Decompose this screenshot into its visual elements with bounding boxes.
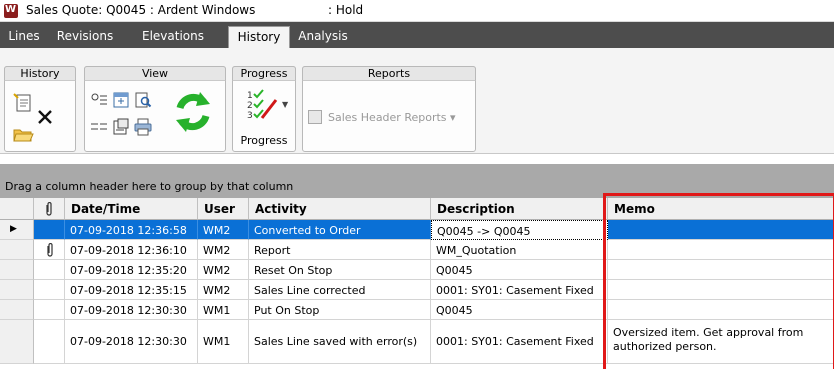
- description-cell[interactable]: 0001: SY01: Casement Fixed: [431, 320, 608, 364]
- list-settings-icon[interactable]: [90, 92, 108, 108]
- memo-column-header[interactable]: Memo: [608, 198, 834, 220]
- print-icon[interactable]: [134, 118, 152, 136]
- memo-cell[interactable]: [608, 240, 834, 260]
- progress-dropdown-chevron-icon[interactable]: ▼: [282, 100, 288, 109]
- history-group-title: History: [4, 66, 76, 81]
- user-column-header[interactable]: User: [198, 198, 249, 220]
- memo-cell[interactable]: [608, 280, 834, 300]
- activity-cell[interactable]: Sales Line corrected: [249, 280, 431, 300]
- description-cell[interactable]: 0001: SY01: Casement Fixed: [431, 280, 608, 300]
- reports-dropdown-chevron-icon: ▾: [450, 111, 456, 124]
- open-folder-icon[interactable]: [12, 124, 34, 144]
- delete-icon[interactable]: [36, 108, 54, 126]
- tab-analysis[interactable]: Analysis: [294, 26, 352, 48]
- filter-list-icon[interactable]: [90, 120, 108, 134]
- memo-line: authorized person.: [613, 340, 717, 353]
- history-grid: Date/Time User Activity Description Memo…: [0, 198, 834, 369]
- datetime-cell[interactable]: 07-09-2018 12:36:10: [65, 240, 198, 260]
- paperclip-icon: [46, 201, 52, 216]
- activity-cell[interactable]: Report: [249, 240, 431, 260]
- datetime-cell[interactable]: 07-09-2018 12:36:58: [65, 220, 198, 240]
- memo-cell[interactable]: Oversized item. Get approval from author…: [608, 320, 834, 364]
- user-cell[interactable]: WM2: [198, 260, 249, 280]
- user-cell[interactable]: WM1: [198, 300, 249, 320]
- sales-header-reports-label: Sales Header Reports: [328, 111, 447, 124]
- new-note-icon[interactable]: [12, 92, 34, 114]
- row-indicator[interactable]: [0, 320, 34, 364]
- description-cell[interactable]: Q0045: [431, 300, 608, 320]
- activity-column-header[interactable]: Activity: [249, 198, 431, 220]
- column-chooser-icon[interactable]: [112, 92, 130, 108]
- window-title: Sales Quote: Q0045 : Ardent Windows: [26, 3, 256, 17]
- memo-cell[interactable]: [608, 220, 834, 240]
- user-cell[interactable]: WM2: [198, 240, 249, 260]
- user-cell[interactable]: WM2: [198, 220, 249, 240]
- attachment-cell[interactable]: [34, 240, 65, 260]
- ribbon-tab-bar: Lines Revisions Elevations History Analy…: [0, 22, 834, 48]
- reports-group-title: Reports: [302, 66, 476, 81]
- activity-cell[interactable]: Put On Stop: [249, 300, 431, 320]
- view-group-title: View: [84, 66, 226, 81]
- attachment-cell[interactable]: [34, 300, 65, 320]
- attachment-column-header[interactable]: [34, 198, 65, 220]
- paperclip-icon: [47, 243, 53, 257]
- progress-group-title: Progress: [232, 66, 296, 81]
- row-indicator[interactable]: [0, 260, 34, 280]
- datetime-cell[interactable]: 07-09-2018 12:35:15: [65, 280, 198, 300]
- group-by-panel[interactable]: Drag a column header here to group by th…: [0, 154, 834, 198]
- row-indicator[interactable]: [0, 280, 34, 300]
- datetime-cell[interactable]: 07-09-2018 12:30:30: [65, 300, 198, 320]
- report-document-icon: [308, 110, 322, 124]
- print-preview-icon[interactable]: [134, 92, 152, 108]
- row-indicator[interactable]: [0, 240, 34, 260]
- app-logo-icon: [4, 4, 18, 18]
- description-cell[interactable]: Q0045 -> Q0045: [431, 220, 608, 240]
- tab-history[interactable]: History: [228, 26, 290, 48]
- progress-button-label[interactable]: Progress: [232, 134, 296, 147]
- datetime-column-header[interactable]: Date/Time: [65, 198, 198, 220]
- datetime-cell[interactable]: 07-09-2018 12:35:20: [65, 260, 198, 280]
- activity-cell[interactable]: Reset On Stop: [249, 260, 431, 280]
- title-bar: Sales Quote: Q0045 : Ardent Windows : Ho…: [0, 0, 834, 22]
- progress-checklist-icon[interactable]: 1 2 3: [246, 88, 280, 122]
- tab-elevations[interactable]: Elevations: [124, 26, 222, 48]
- row-indicator[interactable]: ▶: [0, 220, 34, 240]
- window-status: : Hold: [328, 3, 364, 17]
- refresh-icon[interactable]: [172, 90, 214, 134]
- description-column-header[interactable]: Description: [431, 198, 608, 220]
- description-cell[interactable]: Q0045: [431, 260, 608, 280]
- user-cell[interactable]: WM1: [198, 320, 249, 364]
- svg-text:1: 1: [247, 91, 253, 101]
- memo-line: Oversized item. Get approval from: [613, 326, 804, 339]
- attachment-cell[interactable]: [34, 320, 65, 364]
- memo-cell[interactable]: [608, 260, 834, 280]
- datetime-cell[interactable]: 07-09-2018 12:30:30: [65, 320, 198, 364]
- svg-text:3: 3: [247, 111, 253, 121]
- attachment-cell[interactable]: [34, 280, 65, 300]
- attachment-cell[interactable]: [34, 220, 65, 240]
- description-cell[interactable]: WM_Quotation: [431, 240, 608, 260]
- svg-text:2: 2: [247, 101, 253, 111]
- activity-cell[interactable]: Sales Line saved with error(s): [249, 320, 431, 364]
- row-indicator[interactable]: [0, 300, 34, 320]
- current-row-arrow-icon: ▶: [10, 224, 17, 234]
- row-indicator-header: [0, 198, 34, 220]
- tab-revisions[interactable]: Revisions: [50, 26, 120, 48]
- properties-icon[interactable]: [112, 118, 130, 136]
- tab-lines[interactable]: Lines: [4, 26, 44, 48]
- group-by-hint: Drag a column header here to group by th…: [5, 180, 294, 193]
- attachment-cell[interactable]: [34, 260, 65, 280]
- activity-cell[interactable]: Converted to Order: [249, 220, 431, 240]
- user-cell[interactable]: WM2: [198, 280, 249, 300]
- memo-cell[interactable]: [608, 300, 834, 320]
